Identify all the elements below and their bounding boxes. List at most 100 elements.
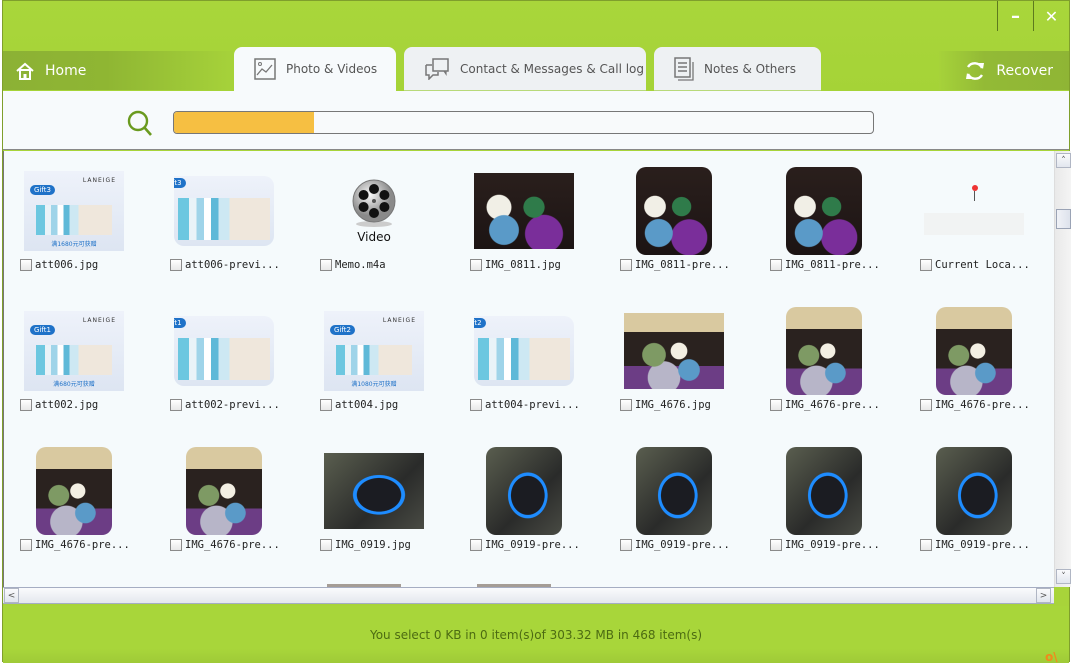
- file-select-label[interactable]: att004.jpg: [320, 399, 398, 411]
- file-item[interactable]: ft2 att004-previ...: [454, 291, 604, 431]
- file-item[interactable]: Current Loca...: [904, 151, 1054, 291]
- file-select-label[interactable]: IMG_0919-pre...: [770, 539, 880, 551]
- file-thumbnail[interactable]: ft2: [469, 305, 579, 397]
- file-thumbnail[interactable]: ft1: [169, 305, 279, 397]
- file-item[interactable]: LANEIGE 满680元可获赠 Gift1 att002.jpg: [4, 291, 154, 431]
- file-select-label[interactable]: IMG_4676-pre...: [170, 539, 280, 551]
- file-item[interactable]: IMG_4676-pre...: [904, 291, 1054, 431]
- file-select-label[interactable]: IMG_0811-pre...: [620, 259, 730, 271]
- file-checkbox[interactable]: [470, 399, 482, 411]
- file-checkbox[interactable]: [470, 539, 482, 551]
- file-thumbnail[interactable]: [319, 445, 429, 537]
- file-select-label[interactable]: Memo.m4a: [320, 259, 386, 271]
- file-thumbnail[interactable]: [469, 445, 579, 537]
- file-thumbnail[interactable]: ft3: [169, 165, 279, 257]
- file-select-label[interactable]: IMG_0919-pre...: [620, 539, 730, 551]
- file-thumbnail[interactable]: LANEIGE 满680元可获赠 Gift1: [19, 305, 129, 397]
- file-item[interactable]: IMG_0919-pre...: [904, 431, 1054, 571]
- scroll-down-button[interactable]: ˅: [1056, 569, 1071, 584]
- file-checkbox[interactable]: [620, 399, 632, 411]
- file-item[interactable]: IMG_4676-pre...: [754, 291, 904, 431]
- close-button[interactable]: ✕: [1033, 1, 1069, 31]
- file-select-label[interactable]: att006.jpg: [20, 259, 98, 271]
- file-thumbnail[interactable]: [169, 445, 279, 537]
- file-checkbox[interactable]: [920, 539, 932, 551]
- tab-contact-messages-call-log[interactable]: Contact & Messages & Call log: [404, 47, 646, 91]
- file-thumbnail[interactable]: LANEIGE 满1680元可获赠 Gift3: [19, 165, 129, 257]
- tab-notes-others[interactable]: Notes & Others: [654, 47, 821, 91]
- search-icon[interactable]: [125, 109, 155, 139]
- file-item[interactable]: LANEIGE 满1080元可获赠 Gift2 att004.jpg: [304, 291, 454, 431]
- file-select-label[interactable]: IMG_0919-pre...: [920, 539, 1030, 551]
- file-item[interactable]: IMG_0811-pre...: [754, 151, 904, 291]
- file-checkbox[interactable]: [470, 259, 482, 271]
- file-select-label[interactable]: IMG_4676.jpg: [620, 399, 711, 411]
- file-checkbox[interactable]: [770, 399, 782, 411]
- file-select-label[interactable]: IMG_0811.jpg: [470, 259, 561, 271]
- vertical-scrollbar[interactable]: ˄ ˅: [1054, 151, 1071, 587]
- file-select-label[interactable]: att006-previ...: [170, 259, 280, 271]
- file-checkbox[interactable]: [620, 539, 632, 551]
- file-item[interactable]: IMG_0811.jpg: [454, 151, 604, 291]
- file-checkbox[interactable]: [620, 259, 632, 271]
- file-select-label[interactable]: IMG_0919-pre...: [470, 539, 580, 551]
- file-thumbnail[interactable]: [619, 445, 729, 537]
- file-thumbnail[interactable]: [919, 305, 1029, 397]
- file-select-label[interactable]: att002.jpg: [20, 399, 98, 411]
- horizontal-scrollbar[interactable]: < >: [3, 587, 1054, 604]
- file-thumbnail[interactable]: [919, 165, 1029, 257]
- file-item[interactable]: IMG_4676-pre...: [154, 431, 304, 571]
- file-item[interactable]: ft3 att006-previ...: [154, 151, 304, 291]
- file-item[interactable]: LANEIGE 满1680元可获赠 Gift3 att006.jpg: [4, 151, 154, 291]
- file-thumbnail[interactable]: [469, 165, 579, 257]
- file-thumbnail[interactable]: [19, 445, 129, 537]
- file-thumbnail[interactable]: Video: [319, 165, 429, 257]
- file-thumbnail[interactable]: [919, 445, 1029, 537]
- file-thumbnail[interactable]: [769, 445, 879, 537]
- file-item[interactable]: ft1 att002-previ...: [154, 291, 304, 431]
- file-checkbox[interactable]: [20, 539, 32, 551]
- file-checkbox[interactable]: [170, 259, 182, 271]
- file-select-label[interactable]: IMG_4676-pre...: [20, 539, 130, 551]
- scroll-left-button[interactable]: <: [4, 588, 19, 603]
- file-select-label[interactable]: IMG_0919.jpg: [320, 539, 411, 551]
- file-item[interactable]: IMG_0811-pre...: [604, 151, 754, 291]
- file-thumbnail[interactable]: [769, 165, 879, 257]
- file-checkbox[interactable]: [320, 399, 332, 411]
- file-thumbnail[interactable]: LANEIGE 满1080元可获赠 Gift2: [319, 305, 429, 397]
- file-item[interactable]: IMG_0919-pre...: [454, 431, 604, 571]
- file-checkbox[interactable]: [770, 539, 782, 551]
- file-checkbox[interactable]: [170, 399, 182, 411]
- file-select-label[interactable]: att002-previ...: [170, 399, 280, 411]
- file-checkbox[interactable]: [20, 399, 32, 411]
- file-thumbnail[interactable]: [769, 305, 879, 397]
- file-checkbox[interactable]: [920, 399, 932, 411]
- file-thumbnail[interactable]: [619, 305, 729, 397]
- tab-photo-videos[interactable]: Photo & Videos: [234, 47, 396, 91]
- file-item[interactable]: IMG_4676-pre...: [4, 431, 154, 571]
- scroll-up-button[interactable]: ˄: [1056, 153, 1071, 168]
- file-select-label[interactable]: Current Loca...: [920, 259, 1030, 271]
- vertical-scroll-thumb[interactable]: [1056, 209, 1071, 229]
- file-select-label[interactable]: att004-previ...: [470, 399, 580, 411]
- minimize-button[interactable]: –: [997, 1, 1033, 31]
- scroll-right-button[interactable]: >: [1036, 588, 1051, 603]
- file-item[interactable]: Video Memo.m4a: [304, 151, 454, 291]
- file-item[interactable]: IMG_4676.jpg: [604, 291, 754, 431]
- file-checkbox[interactable]: [170, 539, 182, 551]
- file-item[interactable]: IMG_0919-pre...: [604, 431, 754, 571]
- file-thumbnail[interactable]: [619, 165, 729, 257]
- file-checkbox[interactable]: [920, 259, 932, 271]
- home-button[interactable]: Home: [3, 51, 233, 90]
- file-item[interactable]: IMG_0919-pre...: [754, 431, 904, 571]
- file-checkbox[interactable]: [770, 259, 782, 271]
- file-select-label[interactable]: IMG_4676-pre...: [920, 399, 1030, 411]
- file-select-label[interactable]: IMG_0811-pre...: [770, 259, 880, 271]
- file-checkbox[interactable]: [320, 539, 332, 551]
- window-controls: – ✕: [997, 1, 1069, 31]
- file-item[interactable]: IMG_0919.jpg: [304, 431, 454, 571]
- file-select-label[interactable]: IMG_4676-pre...: [770, 399, 880, 411]
- recover-button[interactable]: Recover: [939, 51, 1069, 90]
- file-checkbox[interactable]: [20, 259, 32, 271]
- file-checkbox[interactable]: [320, 259, 332, 271]
